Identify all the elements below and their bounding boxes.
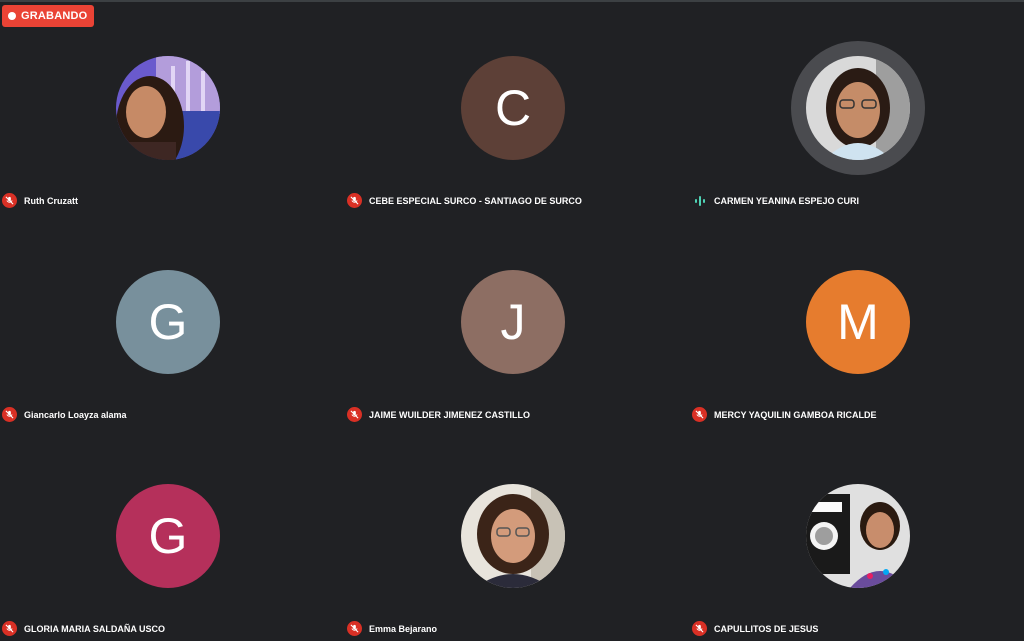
mic-off-icon bbox=[692, 621, 707, 636]
participant-name-row: JAIME WUILDER JIMENEZ CASTILLO bbox=[347, 407, 530, 422]
avatar-initial: M bbox=[837, 294, 879, 350]
avatar: J bbox=[461, 270, 565, 374]
participant-name: Emma Bejarano bbox=[369, 623, 438, 634]
participant-name: GLORIA MARIA SALDAÑA USCO bbox=[24, 623, 165, 634]
participant-tile[interactable]: Ruth Cruzatt bbox=[0, 0, 341, 213]
participant-tile[interactable]: M MERCY YAQUILIN GAMBOA RICALDE bbox=[690, 214, 1024, 427]
mic-off-icon bbox=[2, 621, 17, 636]
participant-grid: Ruth Cruzatt C CEBE ESPECIAL SURCO - SAN… bbox=[0, 0, 1024, 640]
participant-tile[interactable]: G Giancarlo Loayza alama bbox=[0, 214, 341, 427]
avatar-initial: C bbox=[494, 80, 532, 136]
participant-photo bbox=[116, 56, 220, 160]
participant-photo bbox=[806, 56, 910, 160]
record-dot-icon bbox=[8, 12, 16, 20]
participant-name: JAIME WUILDER JIMENEZ CASTILLO bbox=[369, 409, 531, 420]
participant-tile-active[interactable]: CARMEN YEANINA ESPEJO CURI bbox=[690, 0, 1024, 213]
recording-label: GRABANDO bbox=[21, 10, 88, 22]
avatar-initial: G bbox=[148, 508, 188, 564]
audio-wave-icon bbox=[692, 193, 707, 208]
avatar: M bbox=[806, 270, 910, 374]
participant-name-row: MERCY YAQUILIN GAMBOA RICALDE bbox=[692, 407, 877, 422]
participant-tile[interactable]: Emma Bejarano bbox=[345, 428, 686, 641]
participant-name-row: CAPULLITOS DE JESUS bbox=[692, 621, 818, 636]
participant-name-row: CARMEN YEANINA ESPEJO CURI bbox=[692, 193, 859, 208]
participant-name-row: GLORIA MARIA SALDAÑA USCO bbox=[2, 621, 165, 636]
participant-name: Ruth Cruzatt bbox=[24, 195, 78, 206]
mic-off-icon bbox=[347, 407, 362, 422]
mic-off-icon bbox=[2, 193, 17, 208]
mic-off-icon bbox=[347, 193, 362, 208]
mic-off-icon bbox=[692, 407, 707, 422]
recording-badge: GRABANDO bbox=[2, 5, 95, 27]
participant-name-row: Giancarlo Loayza alama bbox=[2, 407, 127, 422]
participant-tile[interactable]: G GLORIA MARIA SALDAÑA USCO bbox=[0, 428, 341, 641]
participant-name: MERCY YAQUILIN GAMBOA RICALDE bbox=[714, 409, 877, 420]
mic-off-icon bbox=[347, 621, 362, 636]
participant-photo bbox=[461, 484, 565, 588]
avatar: G bbox=[116, 484, 220, 588]
participant-tile[interactable]: C CEBE ESPECIAL SURCO - SANTIAGO DE SURC… bbox=[345, 0, 686, 213]
participant-name: CARMEN YEANINA ESPEJO CURI bbox=[714, 195, 860, 206]
participant-photo bbox=[806, 484, 910, 588]
participant-name-row: CEBE ESPECIAL SURCO - SANTIAGO DE SURCO bbox=[347, 193, 582, 208]
avatar-initial: J bbox=[500, 294, 526, 350]
avatar: G bbox=[116, 270, 220, 374]
participant-name: CEBE ESPECIAL SURCO - SANTIAGO DE SURCO bbox=[369, 195, 582, 206]
participant-tile[interactable]: CAPULLITOS DE JESUS bbox=[690, 428, 1024, 641]
mic-off-icon bbox=[2, 407, 17, 422]
participant-name: CAPULLITOS DE JESUS bbox=[714, 623, 819, 634]
participant-name-row: Ruth Cruzatt bbox=[2, 193, 78, 208]
avatar-initial: G bbox=[148, 294, 188, 350]
participant-name: Giancarlo Loayza alama bbox=[24, 409, 127, 420]
participant-tile[interactable]: J JAIME WUILDER JIMENEZ CASTILLO bbox=[345, 214, 686, 427]
participant-name-row: Emma Bejarano bbox=[347, 621, 437, 636]
avatar: C bbox=[461, 56, 565, 160]
